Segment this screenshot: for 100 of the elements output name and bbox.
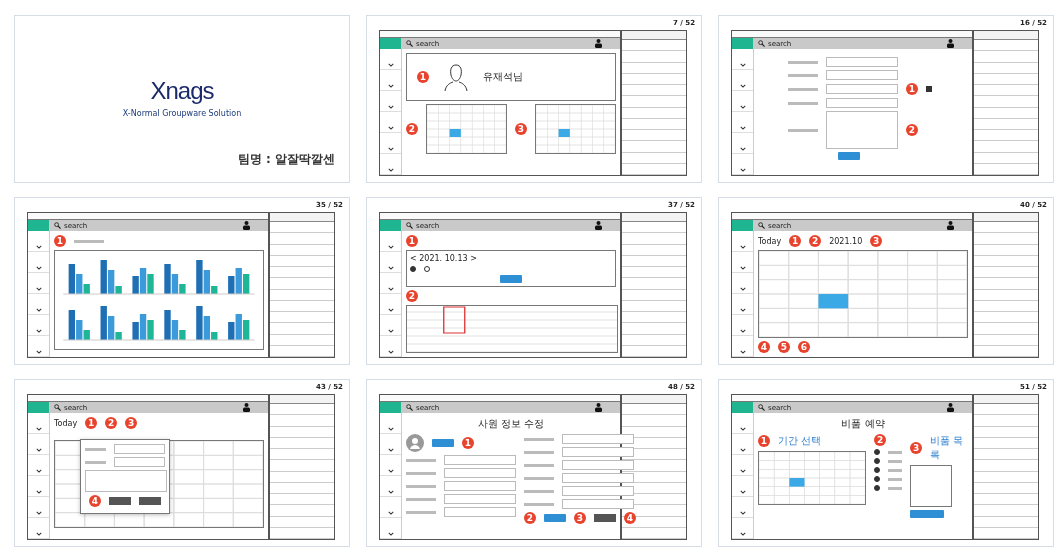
chevron-icon (35, 329, 42, 333)
input-field[interactable] (444, 468, 516, 478)
number-badge: 3 (910, 442, 923, 454)
chevron-icon (35, 350, 42, 354)
radio-button[interactable] (874, 449, 881, 455)
number-badge: 5 (778, 341, 790, 353)
save-button[interactable] (544, 514, 566, 522)
menu-button[interactable] (732, 402, 753, 413)
input-field[interactable] (826, 84, 898, 94)
input-field[interactable] (444, 455, 516, 465)
list-panel (910, 465, 953, 507)
menu-button[interactable] (28, 402, 49, 413)
search-icon (758, 404, 765, 411)
chevron-icon (739, 469, 746, 473)
chevron-icon (739, 126, 746, 130)
number-badge: 6 (798, 341, 810, 353)
chevron-icon (739, 245, 746, 249)
number-badge: 4 (758, 341, 770, 353)
menu-button[interactable] (380, 38, 401, 49)
chevron-icon (387, 266, 394, 270)
search-icon (758, 40, 765, 47)
input-field[interactable] (826, 57, 898, 67)
chevron-icon (387, 532, 394, 536)
chevron-icon (739, 329, 746, 333)
slide-card[interactable]: Xnags X-Normal Groupware Solution 팀명 : 알잘딱깔센 (14, 15, 350, 183)
search-icon (758, 222, 765, 229)
radio-button[interactable] (874, 476, 881, 482)
user-icon (947, 221, 954, 230)
input-field[interactable] (562, 460, 634, 470)
number-badge: 1 (789, 235, 802, 247)
input-field[interactable] (114, 444, 165, 454)
chevron-icon (35, 511, 42, 515)
chevron-icon (35, 469, 42, 473)
search-icon (54, 404, 61, 411)
input-field[interactable] (826, 70, 898, 80)
menu-button[interactable] (380, 220, 401, 231)
chevron-icon (387, 63, 394, 67)
menu-button[interactable] (380, 402, 401, 413)
chevron-icon (387, 469, 394, 473)
number-badge: 1 (417, 71, 429, 83)
input-field[interactable] (444, 507, 516, 517)
user-icon (595, 403, 602, 412)
checkbox[interactable] (926, 86, 932, 92)
chevron-icon (387, 308, 394, 312)
user-icon (595, 221, 602, 230)
cancel-button[interactable] (594, 514, 616, 522)
month-label: 2021.10 (829, 236, 863, 246)
radio-button[interactable] (874, 458, 881, 464)
number-badge: 2 (524, 512, 536, 524)
number-badge: 1 (54, 235, 66, 247)
number-badge: 1 (462, 437, 474, 449)
input-field[interactable] (444, 494, 516, 504)
chevron-icon (387, 168, 394, 172)
radio-button[interactable] (424, 266, 430, 272)
search-icon (406, 40, 413, 47)
chevron-icon (387, 490, 394, 494)
search-icon (406, 222, 413, 229)
chevron-icon (739, 448, 746, 452)
chevron-icon (739, 532, 746, 536)
search-button[interactable] (500, 275, 522, 283)
number-badge: 1 (906, 83, 918, 95)
radio-button[interactable] (410, 266, 416, 272)
number-badge: 3 (870, 235, 883, 247)
user-icon (243, 403, 250, 412)
number-badge: 4 (89, 495, 101, 507)
team-name: 팀명 : 알잘딱깔센 (237, 151, 335, 168)
radio-button[interactable] (874, 485, 881, 491)
input-field[interactable] (562, 499, 634, 509)
avatar-icon (406, 434, 424, 452)
number-badge: 2 (105, 417, 118, 429)
input-field[interactable] (114, 457, 165, 467)
radio-button[interactable] (874, 467, 881, 473)
date-selector[interactable]: < 2021. 10.13 > (410, 254, 612, 263)
chevron-icon (387, 448, 394, 452)
chevron-icon (35, 266, 42, 270)
input-field[interactable] (562, 434, 634, 444)
submit-button[interactable] (838, 152, 860, 160)
section-title: 비품 목록 (930, 434, 965, 462)
chevron-icon (739, 490, 746, 494)
upload-button[interactable] (432, 439, 454, 447)
input-field[interactable] (562, 447, 634, 457)
save-button[interactable] (109, 497, 131, 505)
menu-button[interactable] (732, 38, 753, 49)
delete-button[interactable] (139, 497, 161, 505)
reserve-button[interactable] (910, 510, 945, 518)
input-field[interactable] (444, 481, 516, 491)
chevron-icon (739, 63, 746, 67)
menu-button[interactable] (28, 220, 49, 231)
number-badge: 1 (85, 417, 98, 429)
menu-button[interactable] (732, 220, 753, 231)
chevron-icon (35, 245, 42, 249)
text-area[interactable] (85, 470, 167, 492)
chevron-icon (739, 105, 746, 109)
input-field[interactable] (826, 98, 898, 108)
input-field[interactable] (562, 473, 634, 483)
chevron-icon (387, 350, 394, 354)
input-field[interactable] (562, 486, 634, 496)
number-badge: 3 (125, 417, 138, 429)
text-area[interactable] (826, 111, 898, 149)
number-badge: 2 (809, 235, 822, 247)
